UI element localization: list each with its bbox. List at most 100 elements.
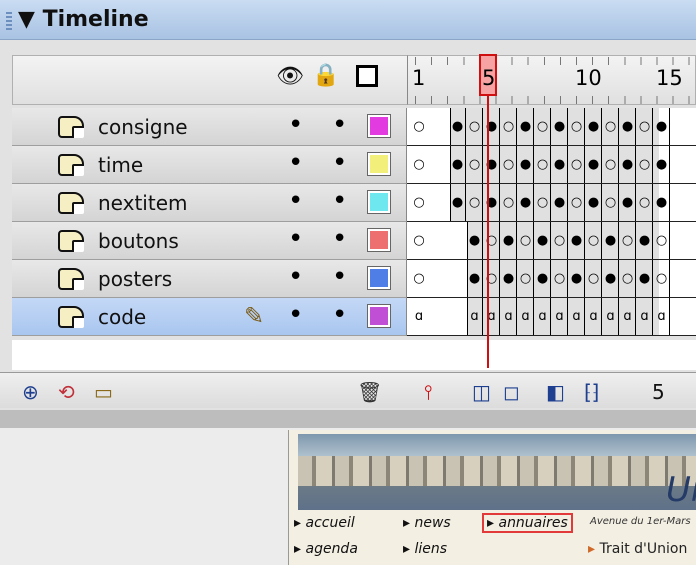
keyframe-cell[interactable]: ○ [411, 108, 427, 145]
keyframe-cell[interactable]: ● [501, 222, 517, 259]
layer-color-swatch[interactable] [367, 190, 391, 214]
visibility-toggle[interactable]: • [288, 260, 303, 294]
empty-layer-area[interactable] [12, 340, 696, 370]
timeline-title-bar[interactable]: ▼ Timeline [0, 0, 696, 40]
keyframe-cell[interactable]: ● [586, 184, 602, 221]
nav-accueil[interactable]: accueil [294, 515, 354, 531]
onion-outlines-icon[interactable]: ◻ [503, 380, 520, 404]
layer-name[interactable]: consigne [98, 115, 188, 139]
keyframe-cell[interactable]: ○ [654, 260, 670, 297]
layer-row-code[interactable]: code ✎ • • [12, 298, 407, 336]
keyframe-cell[interactable]: ○ [411, 222, 427, 259]
keyframe-cell[interactable]: ○ [654, 222, 670, 259]
keyframe-cell[interactable]: ○ [501, 184, 517, 221]
visibility-toggle[interactable]: • [288, 146, 303, 180]
keyframe-cell[interactable]: ● [450, 146, 466, 183]
keyframe-cell[interactable]: ● [620, 146, 636, 183]
nav-agenda[interactable]: agenda [294, 541, 357, 557]
keyframe-cell[interactable]: ● [637, 260, 653, 297]
lock-icon[interactable]: 🔒 [312, 63, 339, 88]
keyframe-cell[interactable]: ● [467, 222, 483, 259]
keyframe-cell[interactable]: ● [586, 146, 602, 183]
layer-name[interactable]: nextitem [98, 191, 188, 215]
keyframe-cell[interactable]: ○ [535, 184, 551, 221]
keyframe-cell[interactable]: ɑ [411, 298, 427, 335]
keyframe-cell[interactable]: ● [654, 146, 670, 183]
keyframe-cell[interactable]: ○ [501, 146, 517, 183]
visibility-toggle[interactable]: • [288, 108, 303, 142]
keyframe-cell[interactable]: ● [518, 108, 534, 145]
lock-toggle[interactable]: • [332, 260, 347, 294]
keyframe-cell[interactable]: ○ [411, 146, 427, 183]
keyframe-cell[interactable]: ● [535, 222, 551, 259]
nav-annuaires[interactable]: annuaires [482, 513, 573, 533]
keyframe-cell[interactable]: ○ [518, 222, 534, 259]
keyframe-cell[interactable]: ● [569, 222, 585, 259]
keyframe-cell[interactable]: ● [518, 184, 534, 221]
keyframe-cell[interactable]: ɑ [501, 298, 517, 335]
edit-multiple-icon[interactable]: ◧ [546, 380, 565, 404]
keyframe-cell[interactable]: ○ [467, 184, 483, 221]
keyframe-cell[interactable]: ○ [603, 184, 619, 221]
layer-color-swatch[interactable] [367, 114, 391, 138]
lock-toggle[interactable]: • [332, 108, 347, 142]
keyframe-cell[interactable]: ○ [620, 260, 636, 297]
frame-row-code[interactable]: ɑɑɑɑɑɑɑɑɑɑɑɑɑ [407, 298, 696, 336]
keyframe-cell[interactable]: ○ [637, 184, 653, 221]
keyframe-cell[interactable]: ɑ [620, 298, 636, 335]
keyframe-cell[interactable]: ○ [586, 222, 602, 259]
outline-icon[interactable] [356, 65, 378, 87]
layer-color-swatch[interactable] [367, 228, 391, 252]
keyframe-cell[interactable]: ɑ [637, 298, 653, 335]
keyframe-cell[interactable]: ɑ [552, 298, 568, 335]
modify-markers-icon[interactable]: ⁅⁆ [584, 380, 600, 404]
keyframe-cell[interactable]: ○ [569, 108, 585, 145]
trait-link[interactable]: Trait d'Union [588, 541, 687, 557]
frame-row-nextitem[interactable]: ○ ● ○ ● ○ ● ○ ● ○ ● ○ ● ○ ● [407, 184, 696, 222]
keyframe-cell[interactable]: ● [603, 222, 619, 259]
keyframe-cell[interactable]: ɑ [586, 298, 602, 335]
keyframe-cell[interactable]: ● [552, 146, 568, 183]
keyframe-cell[interactable]: ● [654, 108, 670, 145]
keyframe-cell[interactable]: ○ [569, 184, 585, 221]
keyframe-cell[interactable]: ● [620, 108, 636, 145]
lock-toggle[interactable]: • [332, 146, 347, 180]
keyframe-cell[interactable]: ○ [518, 260, 534, 297]
keyframe-cell[interactable]: ○ [411, 184, 427, 221]
layer-color-swatch[interactable] [367, 266, 391, 290]
frame-row-boutons[interactable]: ○ ● ○ ● ○ ● ○ ● ○ ● ○ ● ○ [407, 222, 696, 260]
layer-name[interactable]: posters [98, 267, 172, 291]
keyframe-cell[interactable]: ○ [411, 260, 427, 297]
frame-row-consigne[interactable]: ○ ● ○ ● ○ ● ○ ● ○ ● ○ ● ○ ● [407, 108, 696, 146]
keyframe-cell[interactable]: ● [552, 108, 568, 145]
layer-name[interactable]: boutons [98, 229, 179, 253]
layer-row-posters[interactable]: posters • • [12, 260, 407, 298]
keyframe-cell[interactable]: ○ [501, 108, 517, 145]
keyframe-cell[interactable]: ○ [603, 146, 619, 183]
keyframe-cell[interactable]: ○ [552, 222, 568, 259]
layer-name[interactable]: code [98, 305, 146, 329]
keyframe-cell[interactable]: ● [654, 184, 670, 221]
keyframe-cell[interactable]: ● [450, 108, 466, 145]
lock-toggle[interactable]: • [332, 298, 347, 332]
keyframe-cell[interactable]: ● [586, 108, 602, 145]
keyframe-cell[interactable]: ɑ [654, 298, 670, 335]
keyframe-cell[interactable]: ● [620, 184, 636, 221]
add-folder-icon[interactable]: ▭ [94, 380, 113, 404]
keyframe-cell[interactable]: ○ [552, 260, 568, 297]
layer-row-nextitem[interactable]: nextitem • • [12, 184, 407, 222]
visibility-toggle[interactable]: • [288, 298, 303, 332]
frame-row-posters[interactable]: ○ ● ○ ● ○ ● ○ ● ○ ● ○ ● ○ [407, 260, 696, 298]
keyframe-cell[interactable]: ɑ [569, 298, 585, 335]
keyframe-cell[interactable]: ● [535, 260, 551, 297]
visibility-toggle[interactable]: • [288, 184, 303, 218]
add-motion-guide-icon[interactable]: ⟲ [58, 380, 75, 404]
keyframe-cell[interactable]: ● [569, 260, 585, 297]
nav-liens[interactable]: liens [403, 541, 447, 557]
keyframe-cell[interactable]: ○ [620, 222, 636, 259]
frame-row-time[interactable]: ○ ● ○ ● ○ ● ○ ● ○ ● ○ ● ○ ● [407, 146, 696, 184]
keyframe-cell[interactable]: ● [603, 260, 619, 297]
drag-grip-icon[interactable] [6, 12, 12, 30]
center-frame-icon[interactable]: ⫯ [424, 380, 433, 404]
keyframe-cell[interactable]: ○ [467, 108, 483, 145]
